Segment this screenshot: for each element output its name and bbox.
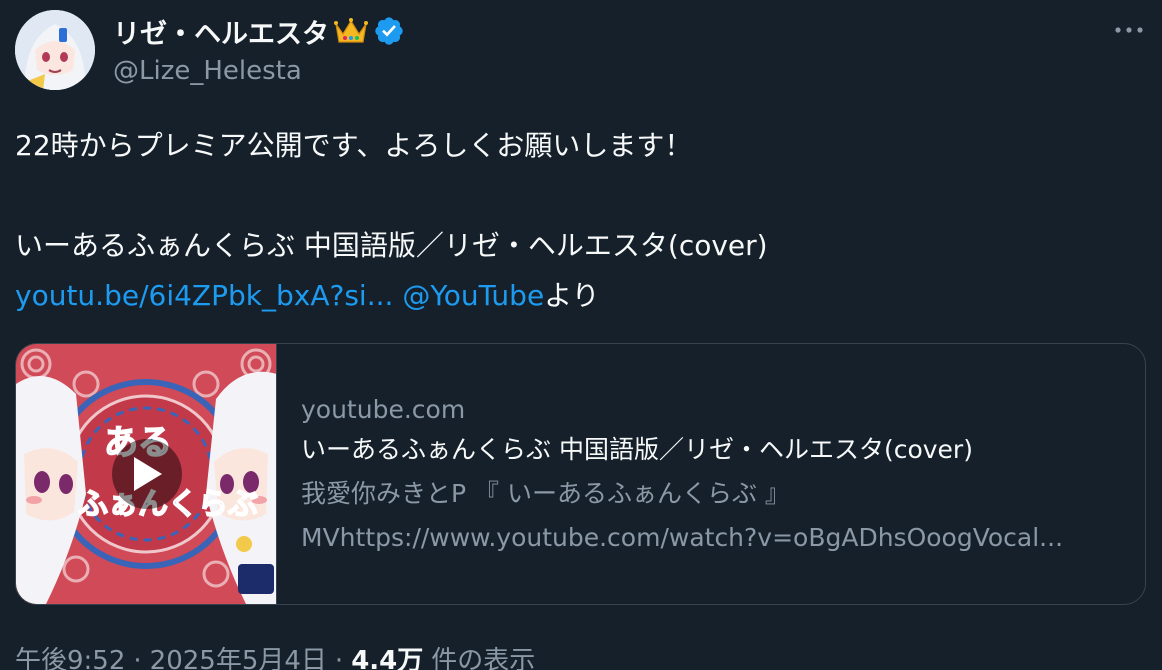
display-name[interactable]: リゼ・ヘルエスタ [113, 12, 329, 51]
mention-link[interactable]: @YouTube [402, 279, 544, 312]
play-button[interactable] [112, 439, 182, 509]
avatar[interactable] [15, 10, 95, 90]
card-text: youtube.com いーあるふぁんくらぶ 中国語版／リゼ・ヘルエスタ(cov… [301, 392, 1121, 560]
tweet-time[interactable]: 午後9:52 [15, 640, 125, 670]
tweet-text-suffix: より [544, 279, 600, 312]
card-description: 我愛你みきとP 『 いーあるふぁんくらぶ 』 [301, 479, 790, 508]
video-thumbnail[interactable]: ある ふぁんくらぶ [16, 344, 277, 604]
crown-icon [333, 16, 369, 46]
more-dots-icon [1115, 27, 1143, 33]
tweet-text-line: 22時からプレミア公開です、よろしくお願いします！ [15, 129, 693, 162]
more-options-button[interactable] [1110, 18, 1148, 42]
display-name-row: リゼ・ヘルエスタ [113, 12, 405, 51]
tweet-link-line: youtu.be/6i4ZPbk_bxA?si... @YouTubeより [15, 278, 600, 314]
youtube-link[interactable]: youtu.be/6i4ZPbk_bxA?si... [15, 279, 393, 312]
meta-separator: · [334, 646, 344, 670]
link-preview-card[interactable]: ある ふぁんくらぶ youtube.com いーあるふぁんくらぶ 中国語版／リゼ… [15, 343, 1146, 605]
verified-icon[interactable] [373, 15, 405, 47]
meta-separator: · [133, 646, 142, 670]
views-label: 件の表示 [431, 646, 536, 670]
card-description: MVhttps://www.youtube.com/watch?v=oBgADh… [301, 523, 1064, 552]
card-domain: youtube.com [301, 395, 466, 424]
tweet-date[interactable]: 2025年5月4日 [150, 640, 327, 670]
tweet-meta: 午後9:52 · 2025年5月4日 · 4.4万 件の表示 [15, 640, 535, 670]
views-count: 4.4万 [351, 646, 424, 670]
card-title: いーあるふぁんくらぶ 中国語版／リゼ・ヘルエスタ(cover) [301, 435, 973, 464]
tweet-text-line: いーあるふぁんくらぶ 中国語版／リゼ・ヘルエスタ(cover) [15, 229, 768, 262]
play-icon [134, 457, 162, 491]
handle[interactable]: @Lize_Helesta [113, 56, 302, 86]
tweet: リゼ・ヘルエスタ @Lize_Helesta 22時からプレミア公開です、よろし… [0, 0, 1162, 670]
